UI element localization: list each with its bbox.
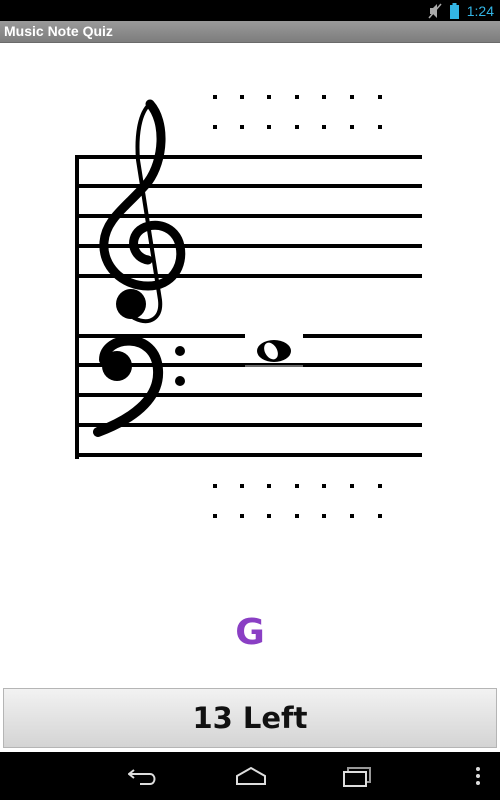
app-title: Music Note Quiz [4,23,113,39]
status-time: 1:24 [466,2,494,19]
grand-staff [75,95,422,518]
ledger-dot-row-3 [213,484,382,488]
answer-note-label: G [235,612,265,653]
title-bar: Music Note Quiz [0,21,500,43]
menu-icon[interactable] [474,764,482,788]
recent-apps-icon[interactable] [342,764,374,788]
ledger-dots-above [213,95,382,129]
bass-clef-icon [93,335,185,437]
treble-clef-icon [99,99,186,324]
remaining-count-label: 13 Left [192,701,308,735]
treble-staff [77,155,422,278]
bass-staff [77,334,422,457]
back-icon[interactable] [128,764,160,788]
ledger-dot-row-1 [213,95,382,99]
navigation-bar [0,752,500,800]
ledger-dot-row-4 [213,514,382,518]
whole-note-icon [245,333,303,367]
remaining-count-button[interactable]: 13 Left [3,688,497,748]
home-icon[interactable] [235,764,267,788]
ledger-dots-below [213,484,382,518]
muted-icon [428,3,442,18]
battery-icon [449,2,459,19]
status-bar: 1:24 [0,0,500,21]
ledger-dot-row-2 [213,125,382,129]
